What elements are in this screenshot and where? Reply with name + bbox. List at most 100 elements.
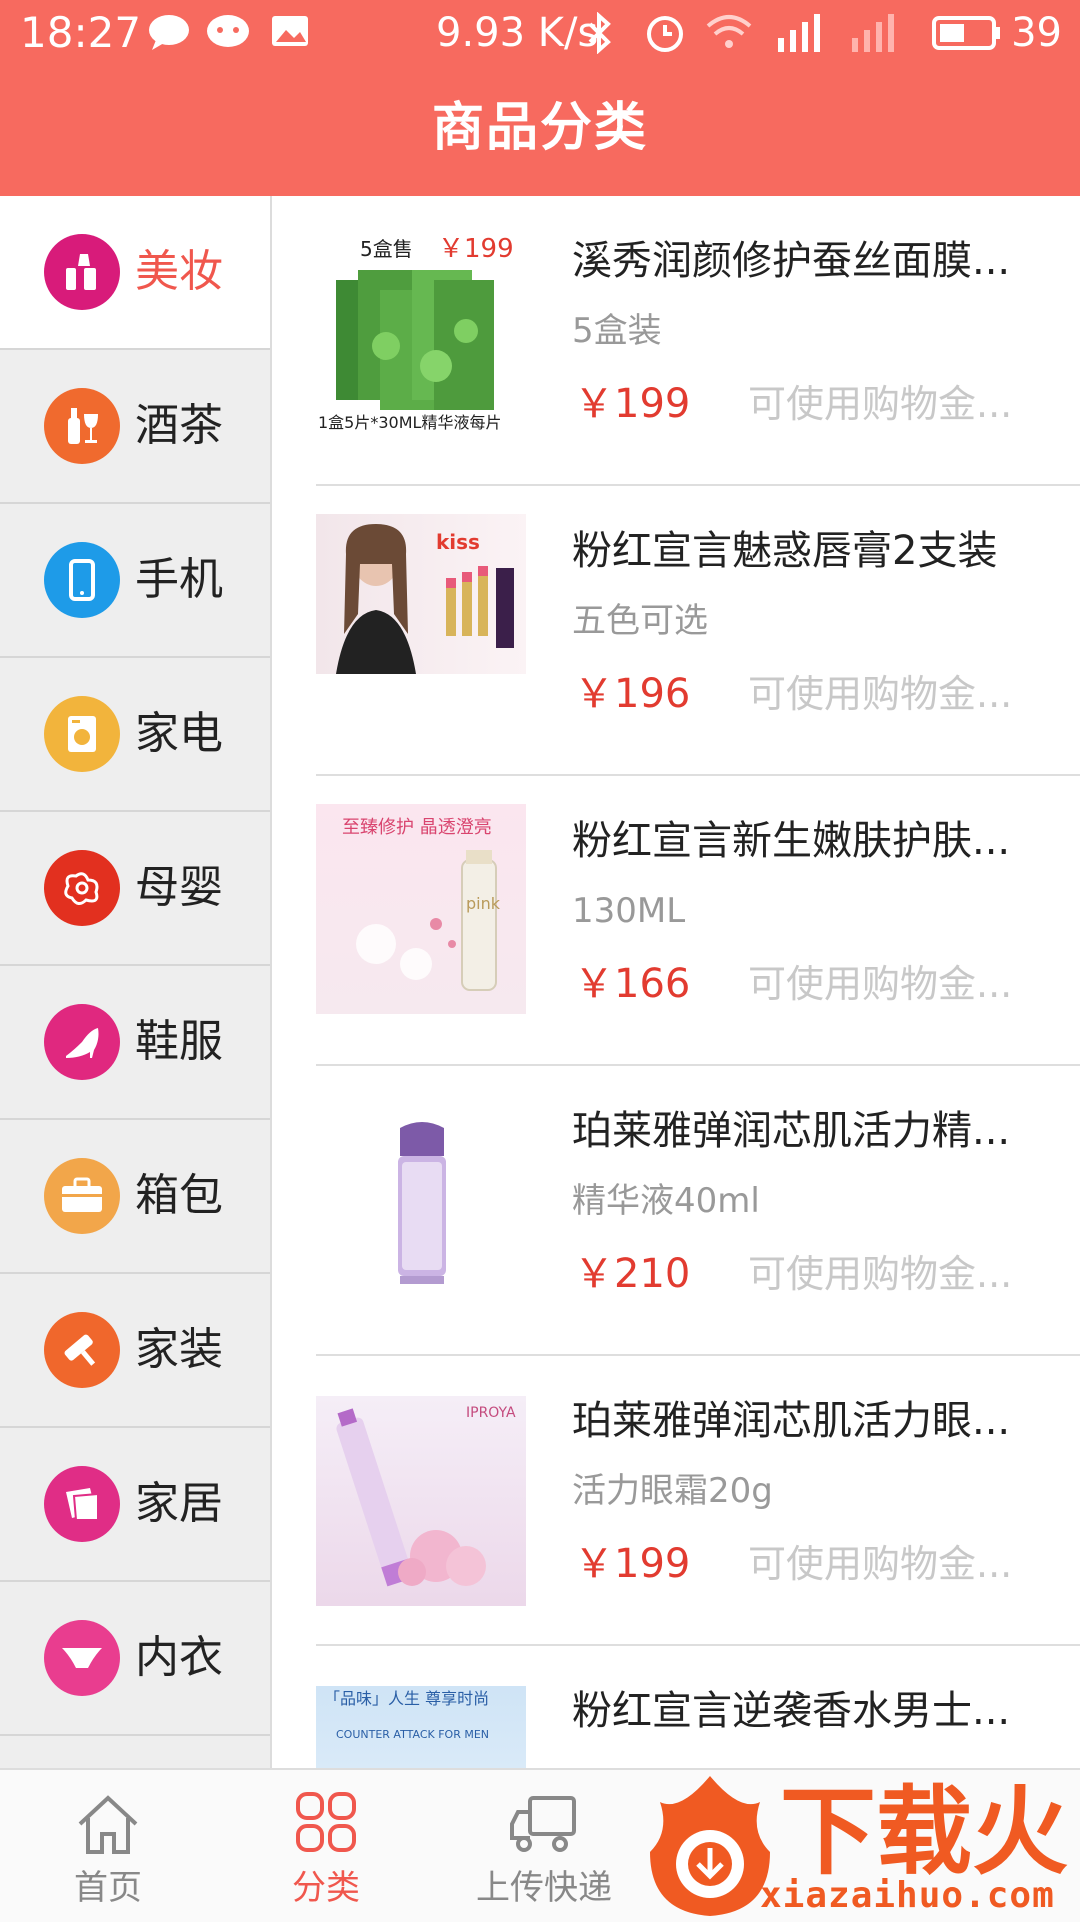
signal-icon: [852, 14, 894, 52]
sidebar-item-shoes-clothes[interactable]: 鞋服: [0, 966, 270, 1120]
thumb-text-bottom: 1盒5片*30ML精华液每片: [318, 413, 502, 432]
truck-icon: [510, 1796, 576, 1852]
tab-category[interactable]: 分类: [226, 1770, 426, 1922]
sidebar-item-label: 母婴: [135, 862, 223, 913]
product-name: 粉红宣言魅惑唇膏2支装: [572, 528, 998, 574]
sidebar-item-label: 家装: [135, 1324, 223, 1375]
sidebar-item-decoration[interactable]: 家装: [0, 1274, 270, 1428]
top-bar: 18:27 9.93 K/s 39 商品分类: [0, 0, 1080, 196]
phone-icon: [44, 542, 120, 618]
sidebar-item-appliance[interactable]: 家电: [0, 658, 270, 812]
sidebar-item-label: 手机: [135, 554, 223, 605]
thumb-text: 至臻修护 晶透澄亮: [342, 817, 492, 838]
list-item[interactable]: 珀莱雅弹润芯肌活力精... 精华液40ml ￥210 可使用购物金...: [272, 1066, 1080, 1356]
thumb-price: ￥199: [438, 236, 514, 264]
bluetooth-icon: [588, 12, 611, 54]
product-price: ￥199: [574, 1541, 691, 1587]
product-spec: 精华液40ml: [572, 1181, 760, 1221]
sidebar-item-label: 箱包: [135, 1170, 223, 1221]
tab-home[interactable]: 首页: [8, 1770, 208, 1922]
sidebar-item-home[interactable]: 家居: [0, 1428, 270, 1582]
list-item[interactable]: IPROYA 珀莱雅弹润芯肌活力眼... 活力眼霜20g ￥199 可使用购物金…: [272, 1356, 1080, 1646]
sidebar-item-baby[interactable]: 母婴: [0, 812, 270, 966]
wine-icon: [44, 388, 120, 464]
product-image: 至臻修护 晶透澄亮 pink: [316, 804, 526, 1014]
product-note: 可使用购物金...: [748, 962, 1013, 1006]
underwear-icon: [44, 1620, 120, 1696]
sidebar-item-label: 美妆: [135, 246, 223, 297]
product-name: 粉红宣言新生嫩肤护肤...: [572, 818, 1011, 864]
sidebar-item-bags[interactable]: 箱包: [0, 1120, 270, 1274]
sidebar-item-label: 家电: [135, 708, 223, 759]
message-icon: [149, 15, 189, 50]
wechat-icon: [207, 15, 249, 47]
product-image: IPROYA: [316, 1396, 526, 1606]
watermark-logo: 下载火 xiazaihuo.com: [640, 1768, 1080, 1920]
flame-logo-icon: [650, 1776, 770, 1916]
sidebar-item-label: 家居: [135, 1478, 223, 1529]
tab-label: 上传快递: [476, 1868, 612, 1908]
product-name: 珀莱雅弹润芯肌活力眼...: [572, 1398, 1011, 1444]
product-price: ￥196: [574, 671, 691, 717]
thumb-text-top: 5盒售: [360, 237, 413, 261]
product-spec: 5盒装: [572, 311, 662, 351]
product-image: [316, 1106, 526, 1316]
paint-roller-icon: [44, 1312, 120, 1388]
wifi-icon: [706, 15, 752, 48]
sidebar-item-wine-tea[interactable]: 酒茶: [0, 350, 270, 504]
baby-icon: [44, 850, 120, 926]
thumb-text: IPROYA: [466, 1405, 516, 1421]
product-note: 可使用购物金...: [748, 672, 1013, 716]
product-spec: 活力眼霜20g: [572, 1471, 773, 1511]
product-price: ￥166: [574, 961, 691, 1007]
thumb-text: 「品味」人生 尊享时尚: [324, 1689, 490, 1708]
list-item[interactable]: 至臻修护 晶透澄亮 pink 粉红宣言新生嫩肤护肤... 130ML ￥166 …: [272, 776, 1080, 1066]
sidebar-item-label: 酒茶: [135, 400, 223, 451]
thumb-sub: COUNTER ATTACK FOR MEN: [336, 1728, 490, 1741]
makeup-icon: [44, 234, 120, 310]
watermark-url: xiazaihuo.com: [760, 1875, 1055, 1916]
battery-level: 39: [1011, 10, 1062, 56]
status-time: 18:27: [20, 8, 142, 57]
list-item[interactable]: 5盒售 ￥199 1盒5片*30ML精华液每片 溪秀润颜修护蚕丝面膜... 5盒…: [272, 196, 1080, 486]
category-sidebar: 美妆 酒茶 手机 家电 母婴 鞋服 箱包 家装 家居 内衣: [0, 196, 272, 1768]
pillow-icon: [44, 1466, 120, 1542]
product-list: 5盒售 ￥199 1盒5片*30ML精华液每片 溪秀润颜修护蚕丝面膜... 5盒…: [272, 196, 1080, 1768]
sidebar-item-underwear[interactable]: 内衣: [0, 1582, 270, 1736]
battery-icon: [932, 16, 1000, 50]
thumb-brand: pink: [466, 894, 501, 913]
product-name: 珀莱雅弹润芯肌活力精...: [572, 1108, 1011, 1154]
network-speed: 9.93 K/s: [436, 10, 599, 56]
product-image: 「品味」人生 尊享时尚 COUNTER ATTACK FOR MEN: [316, 1686, 526, 1768]
status-bar: 18:27 9.93 K/s 39: [0, 0, 1080, 66]
high-heel-icon: [44, 1004, 120, 1080]
tab-label: 首页: [74, 1868, 142, 1908]
tab-upload-express[interactable]: 上传快递: [444, 1770, 644, 1922]
sidebar-item-label: 内衣: [135, 1632, 223, 1683]
washer-icon: [44, 696, 120, 772]
product-image: kiss: [316, 514, 526, 674]
suitcase-icon: [44, 1158, 120, 1234]
list-item[interactable]: 「品味」人生 尊享时尚 COUNTER ATTACK FOR MEN 粉红宣言逆…: [272, 1646, 1080, 1768]
sidebar-item-makeup[interactable]: 美妆: [0, 196, 270, 350]
sidebar-item-phone[interactable]: 手机: [0, 504, 270, 658]
product-price: ￥210: [574, 1251, 691, 1297]
product-spec: 130ML: [572, 891, 686, 931]
gallery-icon: [272, 16, 308, 46]
product-spec: 五色可选: [572, 601, 708, 641]
signal-4g-icon: [778, 14, 820, 52]
product-name: 粉红宣言逆袭香水男士...: [572, 1688, 1011, 1734]
product-note: 可使用购物金...: [748, 1542, 1013, 1586]
product-note: 可使用购物金...: [748, 1252, 1013, 1296]
home-icon: [78, 1795, 138, 1854]
sidebar-item-label: 鞋服: [135, 1016, 223, 1067]
product-image: 5盒售 ￥199 1盒5片*30ML精华液每片: [316, 236, 526, 446]
watermark-text: 下载火: [780, 1776, 1068, 1888]
page-title: 商品分类: [431, 98, 648, 158]
alarm-icon: [647, 16, 683, 52]
product-note: 可使用购物金...: [748, 382, 1013, 426]
list-item[interactable]: kiss 粉红宣言魅惑唇膏2支装 五色可选 ￥196 可使用购物金...: [272, 486, 1080, 776]
product-price: ￥199: [574, 381, 691, 427]
product-name: 溪秀润颜修护蚕丝面膜...: [572, 238, 1011, 284]
grid-icon: [296, 1792, 356, 1852]
